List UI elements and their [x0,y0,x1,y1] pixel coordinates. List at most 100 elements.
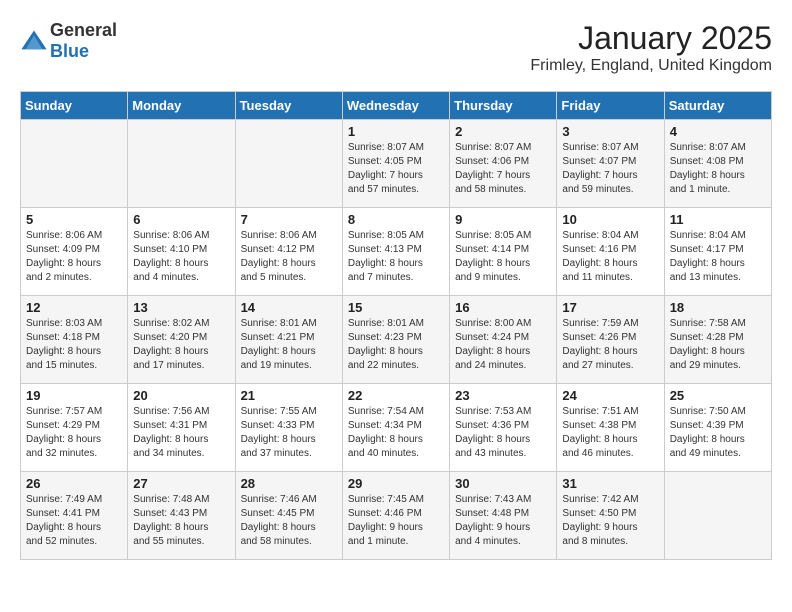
calendar-cell [128,120,235,208]
day-number: 13 [133,300,229,315]
day-number: 17 [562,300,658,315]
calendar-cell: 7 Sunrise: 8:06 AM Sunset: 4:12 PM Daylig… [235,208,342,296]
day-number: 27 [133,476,229,491]
day-number: 30 [455,476,551,491]
day-content: Sunrise: 7:49 AM Sunset: 4:41 PM Dayligh… [26,493,122,549]
day-number: 18 [670,300,766,315]
day-number: 24 [562,388,658,403]
day-content: Sunrise: 8:07 AM Sunset: 4:05 PM Dayligh… [348,141,444,197]
day-number: 12 [26,300,122,315]
day-of-week-header: Monday [128,92,235,120]
calendar-cell: 29 Sunrise: 7:45 AM Sunset: 4:46 PM Dayli… [342,472,449,560]
day-content: Sunrise: 8:05 AM Sunset: 4:14 PM Dayligh… [455,229,551,285]
calendar-cell: 28Sunrise: 7:46 AM Sunset: 4:45 PM Dayli… [235,472,342,560]
calendar-week-row: 12 Sunrise: 8:03 AM Sunset: 4:18 PM Dayli… [21,296,772,384]
calendar-cell [235,120,342,208]
day-content: Sunrise: 7:50 AM Sunset: 4:39 PM Dayligh… [670,405,766,461]
day-content: Sunrise: 8:06 AM Sunset: 4:09 PM Dayligh… [26,229,122,285]
day-number: 15 [348,300,444,315]
calendar-week-row: 26 Sunrise: 7:49 AM Sunset: 4:41 PM Dayli… [21,472,772,560]
calendar-table: SundayMondayTuesdayWednesdayThursdayFrid… [20,91,772,560]
day-of-week-header: Wednesday [342,92,449,120]
day-number: 22 [348,388,444,403]
day-number: 11 [670,212,766,227]
calendar-cell: 10 Sunrise: 8:04 AM Sunset: 4:16 PM Dayli… [557,208,664,296]
day-number: 2 [455,124,551,139]
day-number: 21 [241,388,337,403]
day-content: Sunrise: 8:06 AM Sunset: 4:12 PM Dayligh… [241,229,337,285]
day-content: Sunrise: 8:06 AM Sunset: 4:10 PM Dayligh… [133,229,229,285]
calendar-cell: 30 Sunrise: 7:43 AM Sunset: 4:48 PM Dayli… [450,472,557,560]
day-number: 4 [670,124,766,139]
location: Frimley, England, United Kingdom [530,57,772,75]
day-of-week-header: Tuesday [235,92,342,120]
calendar-cell [664,472,771,560]
calendar-cell: 1 Sunrise: 8:07 AM Sunset: 4:05 PM Daylig… [342,120,449,208]
day-of-week-header: Friday [557,92,664,120]
logo-icon [20,27,48,55]
calendar-cell: 17 Sunrise: 7:59 AM Sunset: 4:26 PM Dayli… [557,296,664,384]
calendar-cell: 14Sunrise: 8:01 AM Sunset: 4:21 PM Dayli… [235,296,342,384]
calendar-body: 1 Sunrise: 8:07 AM Sunset: 4:05 PM Daylig… [21,120,772,560]
calendar-cell: 19 Sunrise: 7:57 AM Sunset: 4:29 PM Dayli… [21,384,128,472]
calendar-cell: 26 Sunrise: 7:49 AM Sunset: 4:41 PM Dayli… [21,472,128,560]
day-number: 9 [455,212,551,227]
calendar-cell: 21 Sunrise: 7:55 AM Sunset: 4:33 PM Dayli… [235,384,342,472]
day-content: Sunrise: 7:43 AM Sunset: 4:48 PM Dayligh… [455,493,551,549]
calendar-cell: 6 Sunrise: 8:06 AM Sunset: 4:10 PM Daylig… [128,208,235,296]
calendar-cell: 12 Sunrise: 8:03 AM Sunset: 4:18 PM Dayli… [21,296,128,384]
calendar-cell: 31 Sunrise: 7:42 AM Sunset: 4:50 PM Dayli… [557,472,664,560]
calendar-cell: 22 Sunrise: 7:54 AM Sunset: 4:34 PM Dayli… [342,384,449,472]
day-content: Sunrise: 8:07 AM Sunset: 4:08 PM Dayligh… [670,141,766,197]
day-number: 31 [562,476,658,491]
day-content: Sunrise: 7:48 AM Sunset: 4:43 PM Dayligh… [133,493,229,549]
day-content: Sunrise: 7:42 AM Sunset: 4:50 PM Dayligh… [562,493,658,549]
logo-general: General [50,20,117,40]
calendar-cell: 20Sunrise: 7:56 AM Sunset: 4:31 PM Dayli… [128,384,235,472]
calendar-cell: 5Sunrise: 8:06 AM Sunset: 4:09 PM Daylig… [21,208,128,296]
day-content: Sunrise: 8:07 AM Sunset: 4:07 PM Dayligh… [562,141,658,197]
day-content: Sunrise: 7:59 AM Sunset: 4:26 PM Dayligh… [562,317,658,373]
calendar-week-row: 19 Sunrise: 7:57 AM Sunset: 4:29 PM Dayli… [21,384,772,472]
day-number: 7 [241,212,337,227]
calendar-cell: 11Sunrise: 8:04 AM Sunset: 4:17 PM Dayli… [664,208,771,296]
day-content: Sunrise: 8:02 AM Sunset: 4:20 PM Dayligh… [133,317,229,373]
calendar-header-row: SundayMondayTuesdayWednesdayThursdayFrid… [21,92,772,120]
logo-blue: Blue [50,41,89,61]
day-content: Sunrise: 8:05 AM Sunset: 4:13 PM Dayligh… [348,229,444,285]
day-number: 19 [26,388,122,403]
calendar-cell: 23Sunrise: 7:53 AM Sunset: 4:36 PM Dayli… [450,384,557,472]
day-number: 8 [348,212,444,227]
day-number: 1 [348,124,444,139]
calendar-cell: 24 Sunrise: 7:51 AM Sunset: 4:38 PM Dayli… [557,384,664,472]
day-number: 3 [562,124,658,139]
calendar-cell: 18 Sunrise: 7:58 AM Sunset: 4:28 PM Dayli… [664,296,771,384]
day-number: 6 [133,212,229,227]
calendar-cell: 2Sunrise: 8:07 AM Sunset: 4:06 PM Daylig… [450,120,557,208]
day-number: 26 [26,476,122,491]
day-content: Sunrise: 7:51 AM Sunset: 4:38 PM Dayligh… [562,405,658,461]
page-header: General Blue January 2025 Frimley, Engla… [20,20,772,75]
day-number: 29 [348,476,444,491]
day-content: Sunrise: 7:54 AM Sunset: 4:34 PM Dayligh… [348,405,444,461]
day-number: 25 [670,388,766,403]
day-of-week-header: Saturday [664,92,771,120]
day-number: 10 [562,212,658,227]
calendar-cell: 16Sunrise: 8:00 AM Sunset: 4:24 PM Dayli… [450,296,557,384]
calendar-cell [21,120,128,208]
calendar-cell: 13 Sunrise: 8:02 AM Sunset: 4:20 PM Dayli… [128,296,235,384]
day-content: Sunrise: 8:03 AM Sunset: 4:18 PM Dayligh… [26,317,122,373]
day-content: Sunrise: 7:58 AM Sunset: 4:28 PM Dayligh… [670,317,766,373]
day-content: Sunrise: 8:04 AM Sunset: 4:16 PM Dayligh… [562,229,658,285]
title-block: January 2025 Frimley, England, United Ki… [530,20,772,75]
day-content: Sunrise: 7:57 AM Sunset: 4:29 PM Dayligh… [26,405,122,461]
day-of-week-header: Thursday [450,92,557,120]
logo: General Blue [20,20,117,62]
day-content: Sunrise: 7:55 AM Sunset: 4:33 PM Dayligh… [241,405,337,461]
calendar-cell: 3 Sunrise: 8:07 AM Sunset: 4:07 PM Daylig… [557,120,664,208]
day-content: Sunrise: 7:56 AM Sunset: 4:31 PM Dayligh… [133,405,229,461]
day-of-week-header: Sunday [21,92,128,120]
day-content: Sunrise: 7:45 AM Sunset: 4:46 PM Dayligh… [348,493,444,549]
day-content: Sunrise: 7:46 AM Sunset: 4:45 PM Dayligh… [241,493,337,549]
day-number: 16 [455,300,551,315]
